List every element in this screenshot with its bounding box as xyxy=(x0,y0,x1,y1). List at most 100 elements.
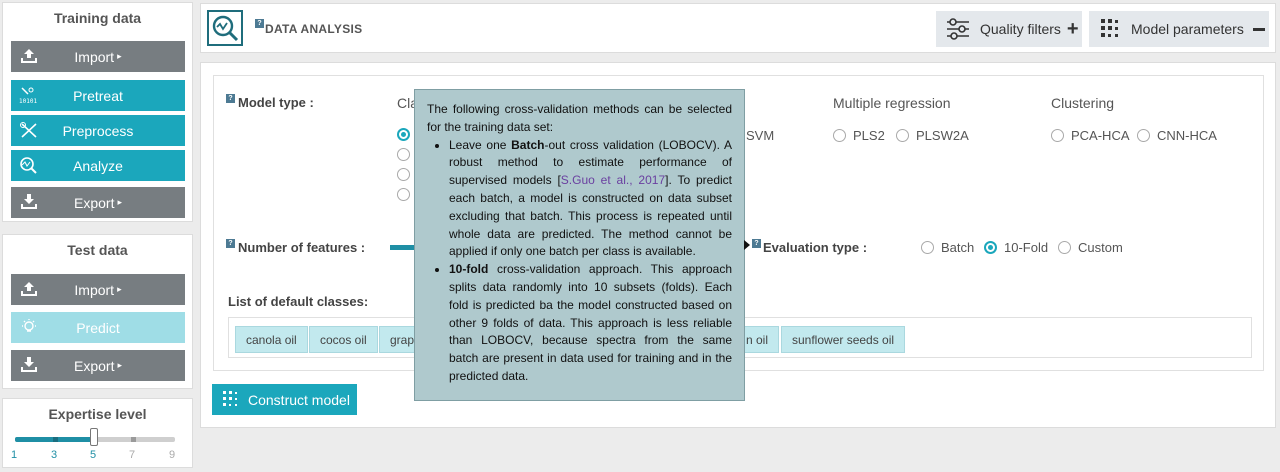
quality-filters-button[interactable]: Quality filters + xyxy=(936,11,1082,47)
download-icon xyxy=(21,357,37,372)
construct-model-button[interactable]: Construct model xyxy=(212,384,357,415)
grid-dots-icon xyxy=(1101,19,1118,37)
analysis-magnifier-icon xyxy=(212,15,239,42)
level-5: 5 xyxy=(89,449,97,461)
radio-unselected xyxy=(896,129,909,142)
pretreat-label: Pretreat xyxy=(73,87,123,104)
radio-unselected xyxy=(1058,241,1071,254)
minus-icon xyxy=(1252,27,1265,31)
radio-cnn-hca[interactable]: CNN-HCA xyxy=(1137,128,1217,143)
reference-link[interactable]: S.Guo et al., 2017 xyxy=(561,173,665,187)
help-icon[interactable]: ? xyxy=(226,239,235,248)
quality-filters-label: Quality filters xyxy=(980,21,1061,37)
tooltip-bold: 10-fold xyxy=(449,262,489,277)
training-export-button[interactable]: Export ▸ xyxy=(11,187,185,218)
caret-right-icon: ▸ xyxy=(117,360,122,370)
radio-unselected xyxy=(1137,129,1150,142)
cnn-hca-label: CNN-HCA xyxy=(1157,128,1217,143)
help-icon[interactable]: ? xyxy=(752,239,761,248)
predict-label: Predict xyxy=(76,319,120,336)
class-chip[interactable]: cocos oil xyxy=(309,326,378,353)
caret-right-icon: ▸ xyxy=(117,284,122,294)
level-3: 3 xyxy=(50,449,58,461)
expertise-title: Expertise level xyxy=(48,406,147,422)
upload-icon xyxy=(21,282,37,296)
model-parameters-button[interactable]: Model parameters xyxy=(1089,11,1269,47)
radio-batch[interactable]: Batch xyxy=(921,240,974,255)
test-import-button[interactable]: Import ▸ xyxy=(11,274,185,305)
test-export-button[interactable]: Export ▸ xyxy=(11,350,185,381)
custom-label: Custom xyxy=(1078,240,1123,255)
radio-unselected xyxy=(397,188,410,201)
svm-option-label: SVM xyxy=(746,128,775,143)
page-header: ? DATA ANALYSIS Quality filters + Model … xyxy=(200,3,1276,53)
slider-tick xyxy=(53,437,58,442)
plsw2a-label: PLSW2A xyxy=(916,128,969,143)
model-parameters-label: Model parameters xyxy=(1131,21,1244,37)
slider-tick xyxy=(131,437,136,442)
radio-plsw2a[interactable]: PLSW2A xyxy=(896,128,969,143)
tooltip-item-10-fold: 10-fold cross-validation approach. This … xyxy=(449,261,732,386)
pls2-label: PLS2 xyxy=(853,128,885,143)
evaluation-type-tooltip: The following cross-validation methods c… xyxy=(414,89,745,401)
radio-unselected xyxy=(1051,129,1064,142)
radio-10-fold[interactable]: 10-Fold xyxy=(984,240,1048,255)
10-fold-label: 10-Fold xyxy=(1004,240,1049,255)
default-classes-label: List of default classes: xyxy=(228,294,369,309)
tooltip-text: Leave one xyxy=(449,137,512,152)
radio-selected xyxy=(397,128,410,141)
tooltip-list: Leave one Batch-out cross validation (LO… xyxy=(449,137,732,386)
caret-right-icon: ▸ xyxy=(117,51,122,61)
preprocess-button[interactable]: Preprocess xyxy=(11,115,185,146)
pca-hca-label: PCA-HCA xyxy=(1071,128,1130,143)
test-export-label: Export xyxy=(74,357,115,374)
lightbulb-icon xyxy=(22,319,36,332)
radio-pls2[interactable]: PLS2 xyxy=(833,128,885,143)
radio-unselected xyxy=(397,148,410,161)
clustering-title: Clustering xyxy=(1051,95,1115,111)
level-1: 1 xyxy=(10,449,18,461)
help-icon[interactable]: ? xyxy=(226,94,235,103)
expertise-slider-handle[interactable] xyxy=(90,428,98,446)
analyze-label: Analyze xyxy=(73,157,123,174)
radio-pca-hca[interactable]: PCA-HCA xyxy=(1051,128,1130,143)
page-title: DATA ANALYSIS xyxy=(265,22,363,36)
binary-data-icon: 10101 xyxy=(19,87,37,104)
radio-unselected xyxy=(921,241,934,254)
test-data-panel: Test data Import ▸ Predict Export ▸ xyxy=(2,234,193,389)
data-analysis-logo xyxy=(207,10,243,46)
radio-unselected xyxy=(397,168,410,181)
svg-text:10101: 10101 xyxy=(19,98,37,104)
level-9: 9 xyxy=(168,449,176,461)
test-data-title: Test data xyxy=(67,242,128,258)
tooltip-arrow-icon xyxy=(744,240,750,250)
radio-selected xyxy=(984,241,997,254)
batch-label: Batch xyxy=(941,240,975,255)
class-chip[interactable]: canola oil xyxy=(235,326,308,353)
tools-icon xyxy=(20,122,37,138)
training-import-label: Import xyxy=(74,48,115,65)
radio-unselected xyxy=(833,129,846,142)
model-type-label: Model type : xyxy=(238,95,314,110)
training-export-label: Export xyxy=(74,194,115,211)
training-data-title: Training data xyxy=(53,10,142,26)
help-icon[interactable]: ? xyxy=(255,19,264,28)
tooltip-item-lobocv: Leave one Batch-out cross validation (LO… xyxy=(449,137,732,262)
caret-right-icon: ▸ xyxy=(117,197,122,207)
predict-button[interactable]: Predict xyxy=(11,312,185,343)
construct-model-label: Construct model xyxy=(248,391,350,408)
tooltip-text: cross-validation approach. This approach… xyxy=(449,262,732,383)
training-data-panel: Training data Import ▸ 10101 Pretreat Pre… xyxy=(2,2,193,222)
pretreat-button[interactable]: 10101 Pretreat xyxy=(11,80,185,111)
grid-dots-icon xyxy=(223,390,237,406)
analyze-button[interactable]: Analyze xyxy=(11,150,185,181)
tooltip-bold: Batch xyxy=(511,137,545,152)
plus-icon: + xyxy=(1066,17,1079,40)
test-import-label: Import xyxy=(74,281,115,298)
sliders-icon xyxy=(947,18,969,40)
training-import-button[interactable]: Import ▸ xyxy=(11,41,185,72)
class-chip[interactable]: sunflower seeds oil xyxy=(781,326,906,353)
preprocess-label: Preprocess xyxy=(62,122,134,139)
radio-custom[interactable]: Custom xyxy=(1058,240,1123,255)
upload-icon xyxy=(21,49,37,63)
